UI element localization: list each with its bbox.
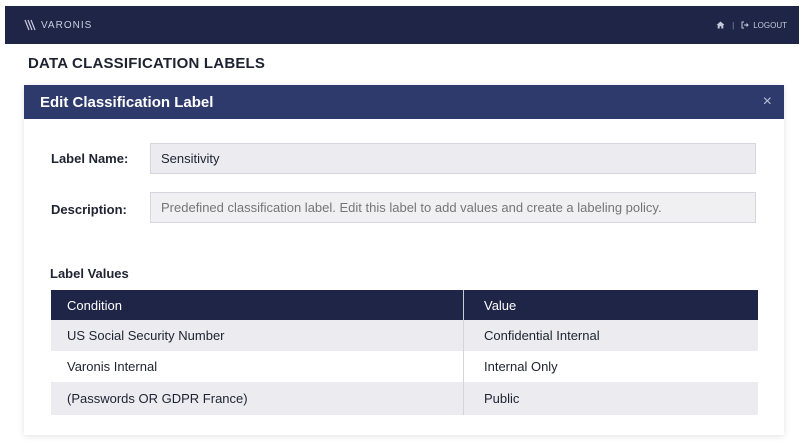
dialog-header: Edit Classification Label × xyxy=(24,85,784,119)
value-cell: Confidential Internal xyxy=(462,320,758,351)
description-label: Description: xyxy=(51,202,127,217)
logout-label: LOGOUT xyxy=(753,20,787,30)
page-title: DATA CLASSIFICATION LABELS xyxy=(28,55,266,72)
logout-icon xyxy=(741,21,749,29)
label-name-label: Label Name: xyxy=(51,151,129,166)
label-values-title: Label Values xyxy=(50,266,129,281)
description-row: Description: xyxy=(51,193,151,226)
table-row[interactable]: Varonis Internal Internal Only xyxy=(51,351,758,382)
logout-link[interactable]: LOGOUT xyxy=(741,21,787,30)
table-row[interactable]: (Passwords OR GDPR France) Public xyxy=(51,382,758,415)
condition-cell: US Social Security Number xyxy=(51,320,464,351)
condition-cell: (Passwords OR GDPR France) xyxy=(51,382,464,415)
table-row[interactable]: US Social Security Number Confidential I… xyxy=(51,320,758,351)
condition-cell: Varonis Internal xyxy=(51,351,464,382)
label-name-field[interactable] xyxy=(150,143,756,174)
varonis-logo[interactable]: VARONIS xyxy=(24,19,92,31)
label-values-table: Condition Value US Social Security Numbe… xyxy=(51,290,758,415)
label-name-row: Label Name: xyxy=(51,142,151,175)
description-field[interactable] xyxy=(150,192,756,223)
dialog-title: Edit Classification Label xyxy=(40,93,214,111)
logo-text: VARONIS xyxy=(41,19,93,31)
home-icon[interactable] xyxy=(716,21,725,29)
column-header-condition[interactable]: Condition xyxy=(51,290,464,320)
top-nav-links: | LOGOUT xyxy=(716,21,787,30)
close-icon[interactable]: × xyxy=(763,94,772,110)
table-header-row: Condition Value xyxy=(51,290,758,320)
value-cell: Internal Only xyxy=(462,351,758,382)
varonis-logo-icon xyxy=(24,19,36,31)
edit-classification-dialog: Edit Classification Label × Label Name: … xyxy=(24,85,784,435)
value-cell: Public xyxy=(462,382,758,415)
nav-separator: | xyxy=(732,20,735,30)
top-navigation-bar: VARONIS | LOGOUT xyxy=(5,6,799,44)
column-header-value[interactable]: Value xyxy=(462,290,758,320)
